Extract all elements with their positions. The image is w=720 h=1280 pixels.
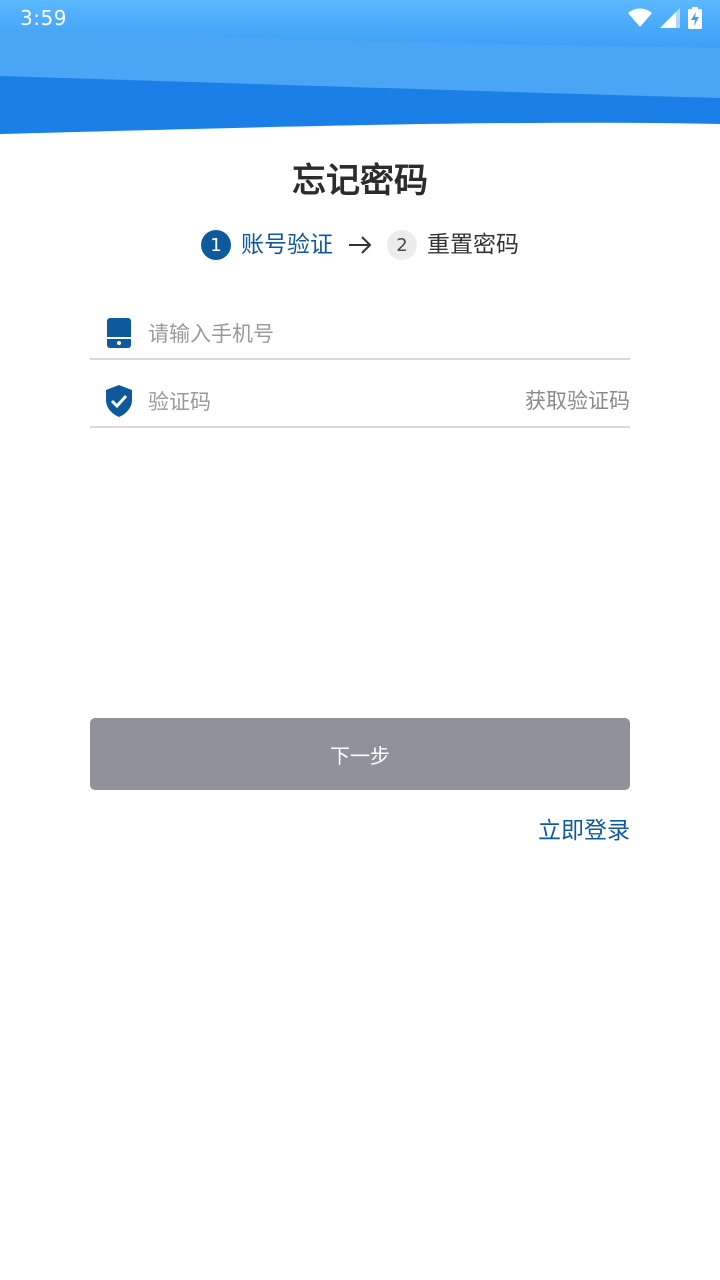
next-step-button[interactable]: 下一步 <box>90 718 630 790</box>
cellular-signal-icon <box>660 8 680 28</box>
login-now-link[interactable]: 立即登录 <box>538 814 630 848</box>
status-bar: 3:59 <box>0 0 720 36</box>
phone-field <box>90 290 630 360</box>
step-label-2: 重置密码 <box>427 232 519 258</box>
verification-code-input[interactable] <box>148 384 508 420</box>
step-reset-password: 2 重置密码 <box>387 230 519 260</box>
phone-input[interactable] <box>148 316 508 352</box>
forgot-password-screen: 3:59 忘记密码 1 账号验证 2 重置密码 请输入手机号 验证码 获取验证码… <box>0 0 720 1280</box>
status-icons <box>628 6 702 30</box>
step-number-2: 2 <box>387 230 417 260</box>
step-indicator: 1 账号验证 2 重置密码 <box>0 226 720 264</box>
status-time: 3:59 <box>20 6 67 30</box>
battery-charging-icon <box>688 7 702 29</box>
phone-icon <box>107 318 131 348</box>
page-title: 忘记密码 <box>292 161 428 201</box>
wifi-icon <box>628 8 652 27</box>
shield-check-icon <box>106 385 132 417</box>
step-account-verify: 1 账号验证 <box>201 230 333 260</box>
step-label-1: 账号验证 <box>241 232 333 258</box>
arrow-right-icon <box>347 235 373 255</box>
step-number-1: 1 <box>201 230 231 260</box>
verification-code-field: 获取验证码 <box>90 358 630 428</box>
get-code-button[interactable]: 获取验证码 <box>525 386 630 416</box>
